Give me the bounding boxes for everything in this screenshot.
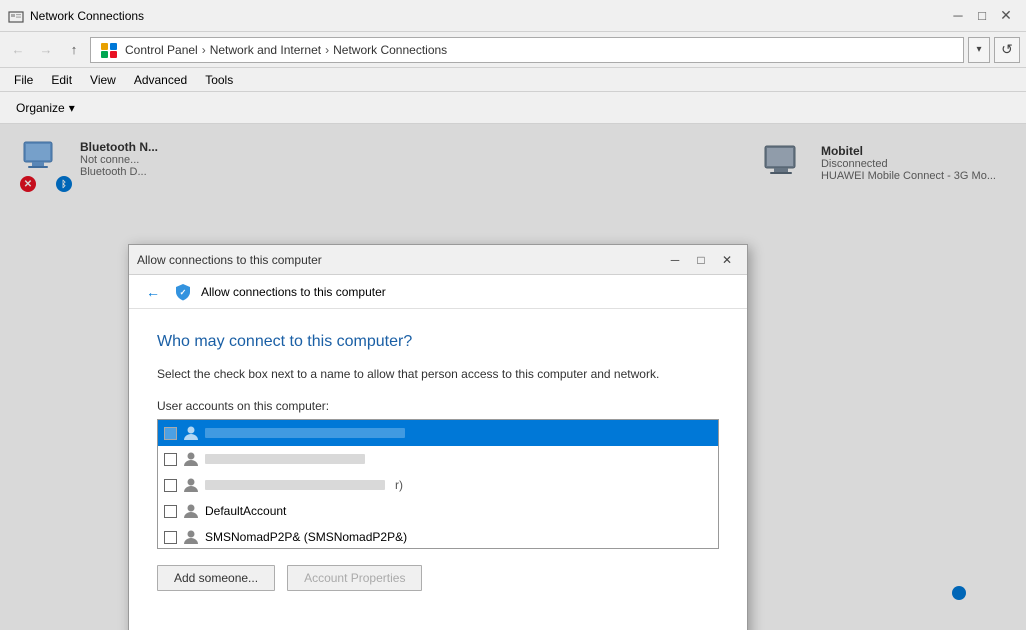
dialog-back-btn[interactable]: ← [141,280,165,304]
window-title: Network Connections [30,9,144,23]
allow-connections-icon: ✓ [173,282,193,302]
account-name-3b: r) [395,478,403,492]
title-bar: Network Connections ─ □ ✕ [0,0,1026,32]
control-panel-icon [99,40,119,60]
account-checkbox-1[interactable] [164,427,177,440]
user-icon-2 [183,451,199,467]
dialog-buttons-row: Add someone... Account Properties [157,565,719,591]
account-item-4[interactable]: DefaultAccount [158,498,718,524]
dialog-nav-icon: ✓ [173,282,193,302]
accounts-label: User accounts on this computer: [157,399,719,413]
account-checkbox-2[interactable] [164,453,177,466]
allow-connections-dialog: Allow connections to this computer ─ □ ✕… [128,244,748,630]
main-content: ✕ ᛒ Bluetooth N... Not conne... Bluetoot… [0,124,1026,630]
up-btn[interactable]: ↑ [62,38,86,62]
menu-advanced[interactable]: Advanced [126,71,195,89]
menu-view[interactable]: View [82,71,124,89]
breadcrumb: Control Panel › Network and Internet › N… [99,40,447,60]
account-properties-btn[interactable]: Account Properties [287,565,422,591]
account-checkbox-5[interactable] [164,531,177,544]
dialog-heading: Who may connect to this computer? [157,333,719,351]
dialog-minimize-btn[interactable]: ─ [663,250,687,270]
dialog-controls: ─ □ ✕ [663,250,739,270]
dialog-nav-title: Allow connections to this computer [201,285,386,299]
dialog-close-btn[interactable]: ✕ [715,250,739,270]
organize-label: Organize [16,101,65,115]
dialog-description: Select the check box next to a name to a… [157,365,719,383]
refresh-btn[interactable]: ↺ [994,37,1020,63]
breadcrumb-network-internet[interactable]: Network and Internet [210,43,321,57]
minimize-btn[interactable]: ─ [946,4,970,28]
address-bar: ← → ↑ Control Panel › Network and Intern… [0,32,1026,68]
dialog-title: Allow connections to this computer [137,253,322,267]
account-checkbox-4[interactable] [164,505,177,518]
account-item-3[interactable]: r) [158,472,718,498]
close-btn[interactable]: ✕ [994,4,1018,28]
user-icon-4 [183,503,199,519]
account-item-1[interactable] [158,420,718,446]
organize-btn[interactable]: Organize ▾ [8,96,83,120]
add-someone-btn[interactable]: Add someone... [157,565,275,591]
accounts-list[interactable]: r) DefaultAccount [157,419,719,549]
window-icon [8,8,24,24]
menu-file[interactable]: File [6,71,41,89]
address-dropdown-btn[interactable]: ▾ [968,37,990,63]
account-name-4: DefaultAccount [205,504,286,518]
maximize-btn[interactable]: □ [970,4,994,28]
dialog-titlebar: Allow connections to this computer ─ □ ✕ [129,245,747,275]
account-item-2[interactable] [158,446,718,472]
menu-bar: File Edit View Advanced Tools [0,68,1026,92]
toolbar: Organize ▾ [0,92,1026,124]
account-checkbox-3[interactable] [164,479,177,492]
breadcrumb-control-panel[interactable]: Control Panel [125,43,198,57]
account-name-1 [205,428,405,438]
back-btn[interactable]: ← [6,38,30,62]
user-icon-1 [183,425,199,441]
menu-tools[interactable]: Tools [197,71,241,89]
svg-text:✓: ✓ [180,288,187,297]
account-name-2 [205,454,365,464]
menu-edit[interactable]: Edit [43,71,80,89]
dialog-titlebar-left: Allow connections to this computer [137,253,322,267]
dialog-maximize-btn[interactable]: □ [689,250,713,270]
account-name-5: SMSNomadP2P& (SMSNomadP2P&) [205,530,407,544]
breadcrumb-network-connections[interactable]: Network Connections [333,43,447,57]
forward-btn[interactable]: → [34,38,58,62]
user-icon-5 [183,529,199,545]
dialog-nav: ← ✓ Allow connections to this computer [129,275,747,309]
dialog-body: Who may connect to this computer? Select… [129,309,747,630]
user-icon-3 [183,477,199,493]
account-name-3 [205,480,385,490]
address-input[interactable]: Control Panel › Network and Internet › N… [90,37,964,63]
organize-arrow: ▾ [69,101,75,115]
account-item-5[interactable]: SMSNomadP2P& (SMSNomadP2P&) [158,524,718,549]
